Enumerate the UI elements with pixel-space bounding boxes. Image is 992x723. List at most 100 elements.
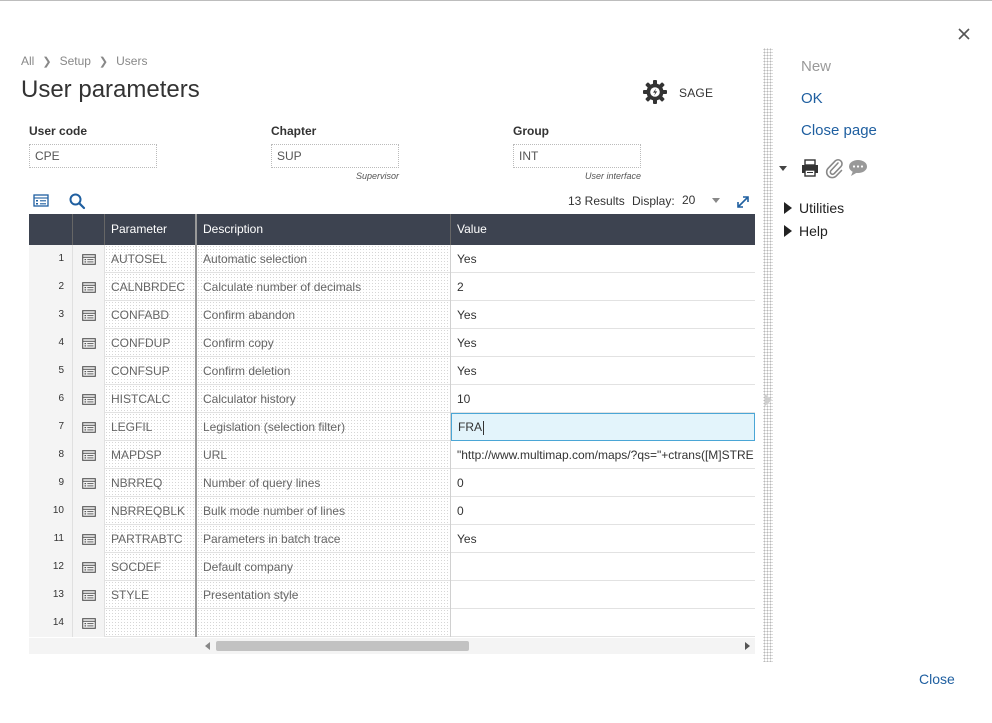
table-row[interactable]: 10 NBRREQBLK Bulk mode number of lines 0 (29, 497, 755, 525)
table-row[interactable]: 6 HISTCALC Calculator history 10 (29, 385, 755, 413)
attachment-icon[interactable] (823, 157, 845, 179)
row-number: 4 (29, 329, 73, 357)
value-cell[interactable] (451, 553, 755, 581)
help-section[interactable]: Help (784, 223, 828, 239)
breadcrumb-setup[interactable]: Setup (60, 54, 91, 68)
ok-button[interactable]: OK (801, 90, 823, 107)
close-page-button[interactable]: Close page (801, 122, 877, 139)
parameter-cell: NBRREQ (105, 469, 197, 497)
row-detail-icon[interactable] (73, 553, 105, 581)
table-row[interactable]: 1 AUTOSEL Automatic selection Yes (29, 245, 755, 273)
table-row[interactable]: 14 (29, 609, 755, 637)
row-number: 9 (29, 469, 73, 497)
grid-header: Parameter Description Value (29, 214, 755, 245)
chapter-input[interactable]: SUP (271, 144, 399, 168)
value-cell[interactable]: 0 (451, 469, 755, 497)
table-row[interactable]: 5 CONFSUP Confirm deletion Yes (29, 357, 755, 385)
row-detail-icon[interactable] (73, 245, 105, 273)
table-row[interactable]: 9 NBRREQ Number of query lines 0 (29, 469, 755, 497)
scroll-thumb[interactable] (216, 641, 469, 651)
caret-right-icon (784, 202, 792, 214)
value-cell[interactable]: Yes (451, 329, 755, 357)
value-cell[interactable]: 0 (451, 497, 755, 525)
description-cell: URL (197, 441, 451, 469)
value-cell[interactable]: 2 (451, 273, 755, 301)
parameters-grid: Parameter Description Value 1 AUTOSEL Auto… (29, 214, 755, 638)
header-row-icon (73, 214, 105, 245)
value-cell[interactable]: FRA (451, 413, 755, 441)
value-cell[interactable]: Yes (451, 357, 755, 385)
comment-icon[interactable] (847, 157, 869, 179)
value-cell[interactable]: Yes (451, 301, 755, 329)
close-icon[interactable] (955, 25, 973, 43)
row-detail-icon[interactable] (73, 413, 105, 441)
table-row[interactable]: 2 CALNBRDEC Calculate number of decimals 2 (29, 273, 755, 301)
value-cell[interactable]: Yes (451, 245, 755, 273)
parameter-cell: SOCDEF (105, 553, 197, 581)
row-detail-icon[interactable] (73, 525, 105, 553)
display-count-select[interactable]: 20 (682, 193, 724, 207)
table-row[interactable]: 7 LEGFIL Legislation (selection filter) FRA (29, 413, 755, 441)
print-icon[interactable] (799, 157, 821, 179)
value-cell[interactable] (451, 581, 755, 609)
table-row[interactable]: 8 MAPDSP URL "http://www.multimap.com/maps/… (29, 441, 755, 469)
header-description[interactable]: Description (197, 214, 451, 245)
horizontal-scrollbar[interactable] (29, 638, 755, 654)
parameter-cell: CONFSUP (105, 357, 197, 385)
header-parameter[interactable]: Parameter (105, 214, 197, 245)
scroll-left-icon[interactable] (205, 642, 210, 650)
row-detail-icon[interactable] (73, 329, 105, 357)
row-detail-icon[interactable] (73, 385, 105, 413)
caret-right-icon (784, 225, 792, 237)
value-cell[interactable]: 10 (451, 385, 755, 413)
table-row[interactable]: 4 CONFDUP Confirm copy Yes (29, 329, 755, 357)
row-detail-icon[interactable] (73, 609, 105, 637)
row-number: 7 (29, 413, 73, 441)
row-detail-icon[interactable] (73, 581, 105, 609)
row-number: 2 (29, 273, 73, 301)
parameter-cell: AUTOSEL (105, 245, 197, 273)
parameter-cell: NBRREQBLK (105, 497, 197, 525)
new-button[interactable]: New (801, 58, 831, 75)
chapter-label: Chapter (271, 124, 317, 138)
row-detail-icon[interactable] (73, 441, 105, 469)
table-row[interactable]: 13 STYLE Presentation style (29, 581, 755, 609)
user-code-input[interactable]: CPE (29, 144, 157, 168)
value-cell[interactable]: Yes (451, 525, 755, 553)
row-detail-icon[interactable] (73, 497, 105, 525)
table-row[interactable]: 12 SOCDEF Default company (29, 553, 755, 581)
value-cell[interactable]: "http://www.multimap.com/maps/?qs="+ctra… (451, 441, 755, 469)
search-icon[interactable] (68, 192, 86, 210)
description-cell: Confirm deletion (197, 357, 451, 385)
parameter-cell: STYLE (105, 581, 197, 609)
display-count-value: 20 (682, 193, 696, 207)
collapse-panel-icon[interactable] (765, 394, 772, 406)
list-view-icon[interactable] (32, 192, 50, 210)
parameter-cell: CONFABD (105, 301, 197, 329)
close-button[interactable]: Close (919, 671, 955, 687)
user-code-label: User code (29, 124, 88, 138)
row-detail-icon[interactable] (73, 469, 105, 497)
more-actions-icon[interactable] (779, 165, 787, 171)
breadcrumb: All ❯ Setup ❯ Users (21, 54, 147, 68)
utilities-section[interactable]: Utilities (784, 200, 844, 216)
breadcrumb-users[interactable]: Users (116, 54, 147, 68)
expand-icon[interactable] (735, 194, 751, 210)
gear-icon[interactable] (642, 79, 668, 105)
top-divider (0, 0, 992, 1)
header-value[interactable]: Value (451, 214, 755, 245)
breadcrumb-all[interactable]: All (21, 54, 34, 68)
scroll-right-icon[interactable] (745, 642, 750, 650)
row-number: 10 (29, 497, 73, 525)
table-row[interactable]: 11 PARTRABTC Parameters in batch trace Yes (29, 525, 755, 553)
value-cell[interactable] (451, 609, 755, 637)
description-cell: Parameters in batch trace (197, 525, 451, 553)
row-detail-icon[interactable] (73, 301, 105, 329)
table-row[interactable]: 3 CONFABD Confirm abandon Yes (29, 301, 755, 329)
panel-splitter[interactable] (763, 48, 773, 662)
row-detail-icon[interactable] (73, 273, 105, 301)
group-field: Group INT User interface (513, 124, 641, 181)
group-input[interactable]: INT (513, 144, 641, 168)
chevron-right-icon: ❯ (42, 55, 52, 68)
row-detail-icon[interactable] (73, 357, 105, 385)
